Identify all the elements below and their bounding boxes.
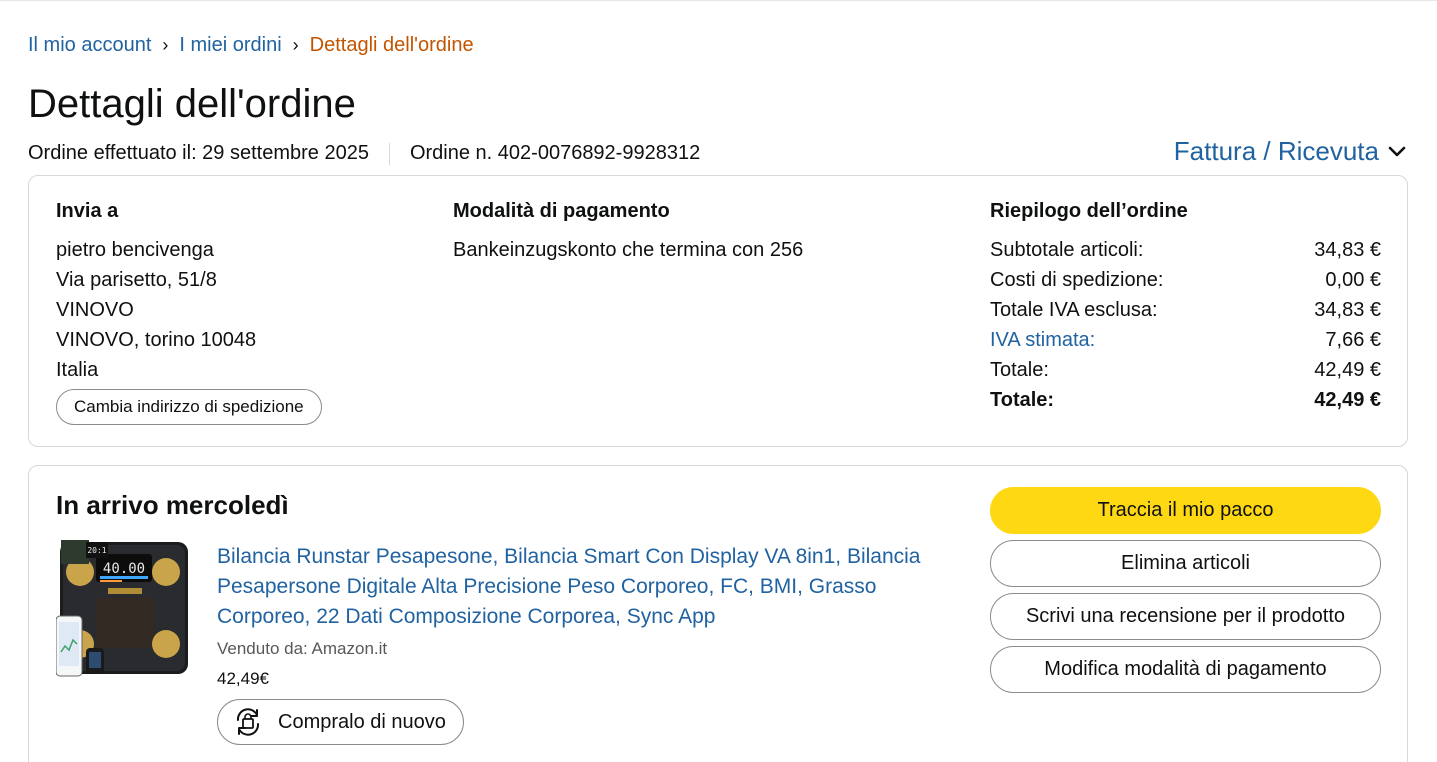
delete-items-button[interactable]: Elimina articoli	[990, 540, 1381, 587]
subtotal-row: Subtotale articoli: 34,83 €	[990, 235, 1381, 265]
summary-value: 7,66 €	[1325, 329, 1381, 351]
shipping-address: Invia a pietro bencivenga Via parisetto,…	[56, 200, 256, 385]
grand-total-row: Totale: 42,49 €	[990, 385, 1381, 415]
change-address-button[interactable]: Cambia indirizzo di spedizione	[56, 389, 322, 425]
order-number: Ordine n. 402-0076892-9928312	[409, 142, 701, 164]
summary-label: Costi di spedizione:	[990, 269, 1164, 291]
estimated-vat-link[interactable]: IVA stimata:	[990, 325, 1095, 355]
buy-again-label: Compralo di nuovo	[278, 710, 446, 733]
address-line: VINOVO	[56, 299, 134, 321]
top-divider	[0, 0, 1437, 1]
payment-method: Modalità di pagamento Bankeinzugskonto c…	[453, 200, 803, 265]
product-price: 42,49€	[217, 669, 269, 688]
page-title: Dettagli dell'ordine	[28, 82, 356, 126]
order-date: Ordine effettuato il: 29 settembre 2025	[28, 142, 369, 164]
breadcrumb-my-orders[interactable]: I miei ordini	[179, 34, 281, 57]
summary-value: 42,49 €	[1314, 359, 1381, 381]
summary-value: 34,83 €	[1314, 239, 1381, 261]
payment-heading: Modalità di pagamento	[453, 200, 670, 222]
buy-again-button[interactable]: Compralo di nuovo	[217, 699, 464, 745]
summary-label: Totale:	[990, 389, 1055, 411]
order-totals: Riepilogo dell’ordine Subtotale articoli…	[990, 200, 1381, 415]
total-excl-vat-row: Totale IVA esclusa: 34,83 €	[990, 295, 1381, 325]
meta-divider	[388, 142, 390, 165]
product-info: Bilancia Runstar Pesapesone, Bilancia Sm…	[217, 542, 937, 745]
summary-label: Subtotale articoli:	[990, 239, 1144, 261]
breadcrumb: Il mio account › I miei ordini › Dettagl…	[28, 34, 474, 57]
summary-heading: Riepilogo dell’ordine	[990, 200, 1188, 222]
total-row: Totale: 42,49 €	[990, 355, 1381, 385]
summary-value: 42,49 €	[1314, 389, 1381, 411]
invoice-dropdown[interactable]: Fattura / Ricevuta	[1174, 136, 1407, 167]
summary-value: 0,00 €	[1325, 269, 1381, 291]
payment-method-text: Bankeinzugskonto che termina con 256	[453, 239, 804, 261]
shipping-cost-row: Costi di spedizione: 0,00 €	[990, 265, 1381, 295]
order-summary-card: Invia a pietro bencivenga Via parisetto,…	[28, 175, 1408, 447]
address-line: pietro bencivenga	[56, 239, 214, 261]
product-image[interactable]: 40.00 20:1	[55, 540, 192, 680]
address-line: VINOVO, torino 10048	[56, 329, 257, 351]
summary-label: Totale:	[990, 359, 1049, 381]
delivery-status-title: In arrivo mercoledì	[56, 490, 289, 520]
breadcrumb-separator: ›	[162, 35, 169, 55]
breadcrumb-my-account[interactable]: Il mio account	[28, 34, 151, 57]
shipment-card: In arrivo mercoledì 40.00 20:1 Bilancia …	[28, 465, 1408, 762]
shipping-heading: Invia a	[56, 200, 119, 222]
address-line: Via parisetto, 51/8	[56, 269, 217, 291]
clock-display-text: 20:1	[87, 546, 106, 555]
write-review-button[interactable]: Scrivi una recensione per il prodotto	[990, 593, 1381, 640]
address-line: Italia	[56, 359, 99, 381]
seller-info: Venduto da: Amazon.it	[217, 639, 388, 658]
buy-again-icon	[230, 704, 266, 740]
chevron-down-icon	[1387, 142, 1407, 162]
track-package-button[interactable]: Traccia il mio pacco	[990, 487, 1381, 534]
breadcrumb-separator: ›	[292, 35, 299, 55]
scale-display-text: 40.00	[103, 561, 145, 577]
order-meta: Ordine effettuato il: 29 settembre 2025 …	[28, 142, 700, 165]
summary-label: Totale IVA esclusa:	[990, 299, 1158, 321]
change-payment-button[interactable]: Modifica modalità di pagamento	[990, 646, 1381, 693]
invoice-label: Fattura / Ricevuta	[1173, 136, 1379, 166]
estimated-vat-row: IVA stimata: 7,66 €	[990, 325, 1381, 355]
shipment-actions: Traccia il mio pacco Elimina articoli Sc…	[990, 487, 1381, 699]
breadcrumb-current: Dettagli dell'ordine	[309, 34, 474, 56]
summary-value: 34,83 €	[1314, 299, 1381, 321]
product-title-link[interactable]: Bilancia Runstar Pesapesone, Bilancia Sm…	[217, 542, 937, 632]
